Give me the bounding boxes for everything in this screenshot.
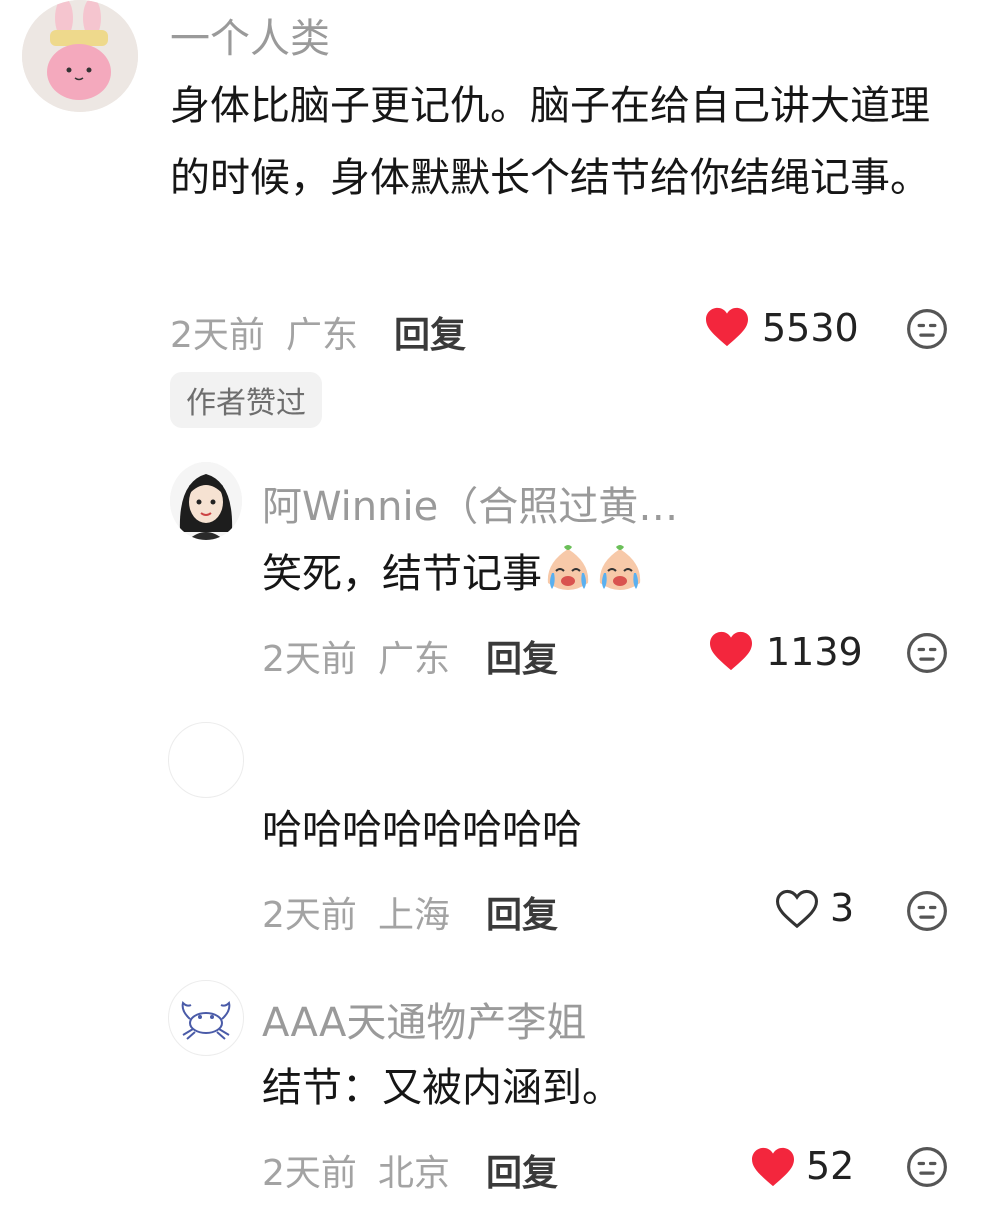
reply-button[interactable]: 回复 <box>394 306 466 358</box>
neutral-face-icon[interactable] <box>906 1146 948 1188</box>
avatar[interactable] <box>168 980 244 1056</box>
neutral-face-icon[interactable] <box>906 308 948 350</box>
comment-content: 结节：又被内涵到。 <box>262 1065 622 1111</box>
like-count: 52 <box>806 1144 855 1188</box>
like-count: 5530 <box>762 306 859 350</box>
reply-button[interactable]: 回复 <box>486 886 558 938</box>
comment-time: 2天前 <box>262 1153 357 1194</box>
crab-avatar-icon <box>181 1001 231 1040</box>
crying-laughing-peach-emoji-icon <box>547 545 589 590</box>
comment-username[interactable]: 一个人类 <box>170 6 330 64</box>
comment-location: 广东 <box>378 639 451 680</box>
comment-time: 2天前 <box>170 315 265 356</box>
comment-username[interactable]: AAA天通物产李姐 <box>262 990 586 1048</box>
comment-content: 笑死，结节记事 <box>262 538 646 610</box>
like-count: 3 <box>830 886 855 930</box>
author-liked-badge: 作者赞过 <box>170 372 322 428</box>
avatar[interactable] <box>22 0 138 112</box>
cartoon-girl-avatar-icon <box>170 462 242 540</box>
avatar[interactable] <box>168 722 244 798</box>
reply-button[interactable]: 回复 <box>486 630 558 682</box>
neutral-face-icon[interactable] <box>906 632 948 674</box>
avatar[interactable] <box>170 462 242 540</box>
comment-location: 北京 <box>378 1153 451 1194</box>
comment-location: 上海 <box>378 895 451 936</box>
comment-content: 哈哈哈哈哈哈哈哈 <box>262 807 582 853</box>
heart-filled-icon[interactable] <box>750 1146 796 1188</box>
comment-username[interactable]: 阿Winnie（合照过黄… <box>262 474 678 532</box>
comment-content: 身体比脑子更记仇。脑子在给自己讲大道理的时候，身体默默长个结节给你结绳记事。 <box>170 83 930 201</box>
comment-text: 笑死，结节记事 <box>262 551 542 597</box>
comment-location: 广东 <box>286 315 359 356</box>
comment-time: 2天前 <box>262 895 357 936</box>
comment-time: 2天前 <box>262 639 357 680</box>
reply-button[interactable]: 回复 <box>486 1144 558 1196</box>
neutral-face-icon[interactable] <box>906 890 948 932</box>
like-count: 1139 <box>766 630 863 674</box>
pink-bunny-avatar-icon <box>22 0 138 112</box>
crying-laughing-peach-emoji-icon <box>599 545 641 590</box>
heart-filled-icon[interactable] <box>704 306 750 348</box>
heart-filled-icon[interactable] <box>708 630 754 672</box>
heart-outline-icon[interactable] <box>774 888 820 930</box>
